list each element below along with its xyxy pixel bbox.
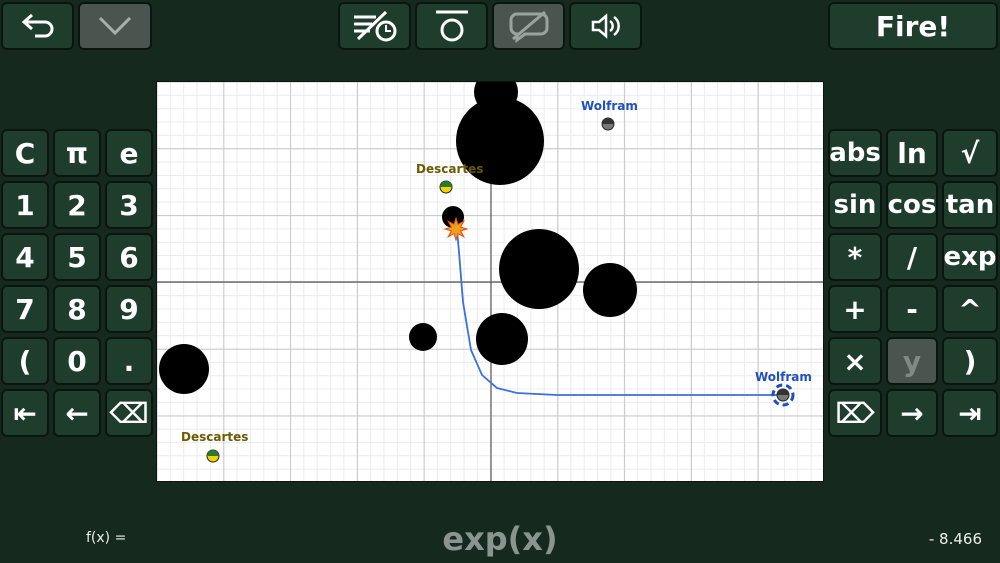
obstacle-7 — [159, 344, 209, 394]
key-abs[interactable]: abs — [828, 129, 882, 177]
player-label-descartes-bottom: Descartes — [181, 430, 249, 444]
key-+[interactable]: + — [828, 285, 882, 333]
function-input[interactable]: exp(x) — [0, 520, 1000, 558]
key-cos[interactable]: cos — [886, 181, 938, 229]
player-label-wolfram-top: Wolfram — [581, 99, 638, 113]
explosion-icon — [443, 216, 469, 242]
key-17[interactable]: ⌫ — [105, 389, 153, 437]
key-11[interactable]: 9 — [105, 285, 153, 333]
key-4[interactable]: 2 — [53, 181, 101, 229]
key-exp[interactable]: exp — [942, 233, 998, 281]
game-field: Wolfram Descartes Wolfram Descartes — [156, 81, 824, 482]
key-y[interactable]: y — [886, 337, 938, 385]
plot-canvas — [157, 82, 823, 481]
key-8[interactable]: 6 — [105, 233, 153, 281]
obstacle-4 — [583, 263, 637, 317]
timer-off-button[interactable] — [338, 2, 411, 50]
key-^[interactable]: ^ — [942, 285, 998, 333]
player-label-wolfram-active: Wolfram — [755, 370, 812, 384]
key-7[interactable]: 5 — [53, 233, 101, 281]
collapse-button[interactable] — [78, 2, 152, 50]
key-2[interactable]: e — [105, 129, 153, 177]
key-→[interactable]: → — [886, 389, 938, 437]
key-0[interactable]: C — [1, 129, 49, 177]
key-14[interactable]: . — [105, 337, 153, 385]
key-ln[interactable]: ln — [886, 129, 938, 177]
key-×[interactable]: × — [828, 337, 882, 385]
player-label-descartes-top: Descartes — [416, 162, 484, 176]
key-⇥[interactable]: ⇥ — [942, 389, 998, 437]
key-15[interactable]: ⇤ — [1, 389, 49, 437]
sound-button[interactable] — [569, 2, 642, 50]
key-/[interactable]: / — [886, 233, 938, 281]
overline-circle-icon — [435, 10, 468, 42]
key-6[interactable]: 4 — [1, 233, 49, 281]
key--[interactable]: - — [886, 285, 938, 333]
key-√[interactable]: √ — [942, 129, 998, 177]
key-10[interactable]: 8 — [53, 285, 101, 333]
crossed-lines-clock-icon — [353, 10, 396, 42]
speaker-icon — [591, 13, 620, 39]
key-*[interactable]: * — [828, 233, 882, 281]
chat-off-button[interactable] — [492, 2, 565, 50]
obstacle-3 — [499, 229, 579, 309]
back-button[interactable] — [1, 2, 74, 50]
key-sin[interactable]: sin — [828, 181, 882, 229]
key-)[interactable]: ) — [942, 337, 998, 385]
key-tan[interactable]: tan — [942, 181, 998, 229]
function-value: - 8.466 — [928, 530, 982, 548]
key-13[interactable]: 0 — [53, 337, 101, 385]
fire-button[interactable]: Fire! — [828, 2, 998, 50]
key-5[interactable]: 3 — [105, 181, 153, 229]
undo-arrow-icon — [21, 13, 53, 38]
circle-button[interactable] — [415, 2, 488, 50]
key-⌦[interactable]: ⌦ — [828, 389, 882, 437]
key-1[interactable]: π — [53, 129, 101, 177]
key-3[interactable]: 1 — [1, 181, 49, 229]
key-12[interactable]: ( — [1, 337, 49, 385]
crossed-speech-bubble-icon — [509, 10, 548, 43]
obstacle-6 — [476, 313, 528, 365]
obstacle-5 — [409, 323, 437, 351]
key-9[interactable]: 7 — [1, 285, 49, 333]
key-16[interactable]: ← — [53, 389, 101, 437]
chevron-down-icon — [98, 16, 132, 36]
